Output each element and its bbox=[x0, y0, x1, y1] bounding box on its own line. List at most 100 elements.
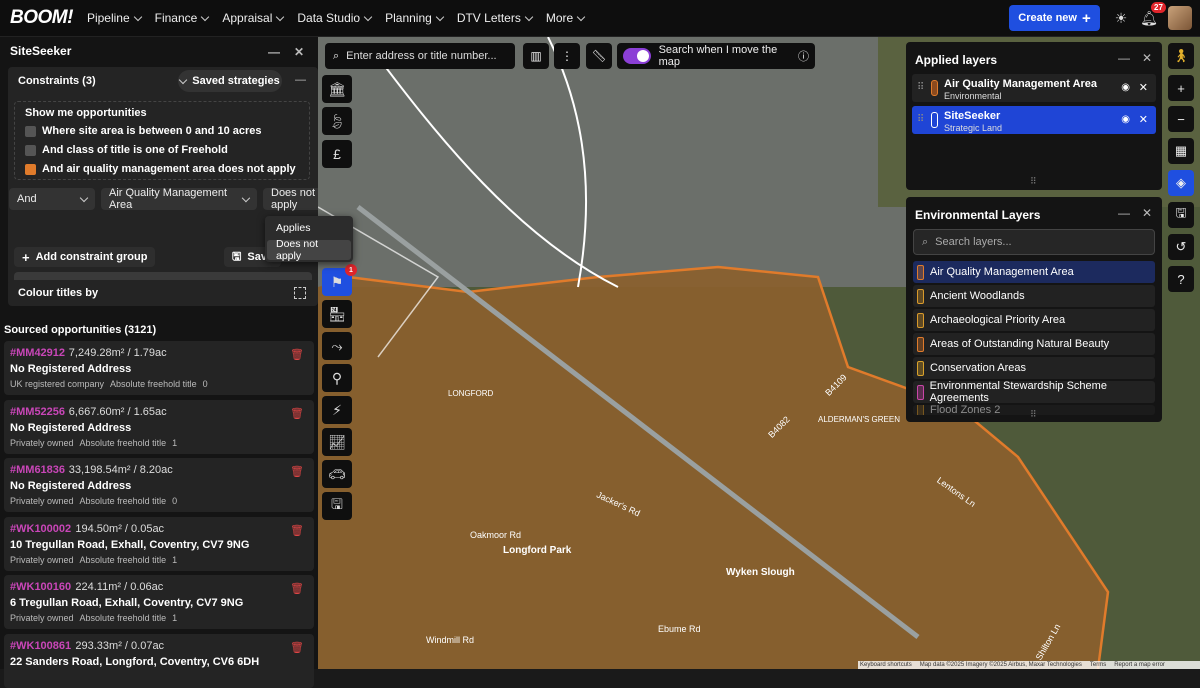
more-vertical-icon[interactable]: ⋮ bbox=[554, 43, 580, 69]
nav-data-studio[interactable]: Data Studio bbox=[297, 11, 373, 25]
eye-icon[interactable]: ◉ bbox=[1121, 82, 1130, 93]
env-layer-item[interactable]: Environmental Stewardship Scheme Agreeme… bbox=[913, 380, 1155, 404]
env-layer-item[interactable]: Ancient Woodlands bbox=[913, 285, 1155, 307]
constraint-row[interactable]: And class of title is one of Freehold bbox=[25, 144, 228, 156]
trash-icon[interactable]: 🗑︎ bbox=[290, 407, 304, 420]
pylon-icon[interactable]: ⚡︎ bbox=[322, 396, 352, 424]
opportunity-card[interactable]: #WK100160 224.11m² / 0.06ac 6 Tregullan Ro… bbox=[4, 575, 314, 629]
colour-titles-panel[interactable]: Colour titles by bbox=[8, 280, 318, 306]
opportunity-area: 194.50m² / 0.05ac bbox=[75, 522, 165, 535]
avatar[interactable] bbox=[1168, 6, 1192, 30]
opportunity-id[interactable]: #WK100861 bbox=[10, 640, 71, 652]
resize-handle-icon[interactable]: ⠿ bbox=[1030, 176, 1037, 187]
option-applies[interactable]: Applies bbox=[267, 218, 351, 238]
create-new-button[interactable]: Create new + bbox=[1009, 5, 1100, 31]
nav-more[interactable]: More bbox=[546, 11, 586, 25]
person-pin-icon[interactable]: ⚲ bbox=[322, 364, 352, 392]
trash-icon[interactable]: 🗑︎ bbox=[290, 348, 304, 361]
ruler-icon[interactable]: 📏︎ bbox=[586, 43, 612, 69]
terms-link[interactable]: Terms bbox=[1090, 662, 1106, 668]
nav-finance[interactable]: Finance bbox=[155, 11, 210, 25]
trash-icon[interactable]: 🗑︎ bbox=[290, 582, 304, 595]
remove-icon[interactable]: ✕ bbox=[1139, 81, 1148, 94]
sun-icon[interactable]: ☀ bbox=[1111, 8, 1131, 28]
save-map-icon[interactable]: 🖫 bbox=[322, 492, 352, 520]
zoom-in-icon[interactable]: + bbox=[1168, 75, 1194, 101]
nav-pipeline[interactable]: Pipeline bbox=[87, 11, 142, 25]
move-search-toggle[interactable] bbox=[623, 48, 651, 64]
chart-icon[interactable]: 📈︎ bbox=[322, 428, 352, 456]
info-icon[interactable]: ⓘ bbox=[798, 48, 809, 64]
minimize-icon[interactable]: — bbox=[1118, 206, 1130, 220]
minimize-icon[interactable]: — bbox=[268, 45, 280, 59]
applied-layer-row[interactable]: ⠿ SiteSeeker Strategic Land ◉ ✕ bbox=[912, 106, 1156, 134]
buildings-icon[interactable]: 🏛︎ bbox=[322, 75, 352, 103]
document-count: 1 bbox=[172, 437, 178, 448]
notification-badge: 27 bbox=[1151, 2, 1166, 13]
logo[interactable]: BOOM! bbox=[10, 7, 73, 29]
grid-icon[interactable]: ▦ bbox=[1168, 138, 1194, 164]
street-view-icon[interactable]: 🚶︎ bbox=[1168, 43, 1194, 69]
search-when-move-toggle[interactable]: Search when I move the map ⓘ bbox=[617, 43, 815, 69]
layer-swatch bbox=[931, 80, 938, 96]
keyboard-shortcuts-link[interactable]: Keyboard shortcuts bbox=[860, 662, 912, 668]
expand-icon[interactable] bbox=[294, 287, 306, 299]
route-icon[interactable]: ⤳ bbox=[322, 332, 352, 360]
constraint-row[interactable]: Where site area is between 0 and 10 acre… bbox=[25, 125, 262, 137]
option-does-not-apply[interactable]: Does not apply bbox=[267, 238, 351, 262]
opportunity-card[interactable]: #WK100861 293.33m² / 0.07ac 22 Sanders Roa… bbox=[4, 633, 314, 688]
opportunity-card[interactable]: #MM42912 7,249.28m² / 1.79ac No Registered… bbox=[4, 341, 314, 395]
pound-icon[interactable]: £ bbox=[322, 140, 352, 168]
owner-type: Privately owned bbox=[10, 613, 74, 623]
nav-planning[interactable]: Planning bbox=[385, 11, 445, 25]
applied-layer-row[interactable]: ⠿ Air Quality Management Area Environmen… bbox=[912, 74, 1156, 102]
leaf-icon[interactable]: 🍃︎ bbox=[322, 107, 352, 135]
zoom-out-icon[interactable]: − bbox=[1168, 106, 1194, 132]
eye-icon[interactable]: ◉ bbox=[1121, 114, 1130, 125]
nav-appraisal[interactable]: Appraisal bbox=[222, 11, 285, 25]
close-icon[interactable]: ✕ bbox=[1142, 206, 1152, 220]
trash-icon[interactable]: 🗑︎ bbox=[290, 524, 304, 537]
opportunity-id[interactable]: #MM61836 bbox=[10, 464, 65, 476]
env-layer-item[interactable]: Archaeological Priority Area bbox=[913, 309, 1155, 331]
opportunity-card[interactable]: #WK100002 194.50m² / 0.05ac 10 Tregullan R… bbox=[4, 516, 314, 571]
owner-type: Privately owned bbox=[10, 554, 74, 565]
layer-select[interactable]: Air Quality Management Area bbox=[101, 187, 257, 211]
trash-icon[interactable]: 🗑︎ bbox=[290, 465, 304, 478]
map-search-bar[interactable]: ⌕ Enter address or title number... bbox=[325, 43, 515, 69]
drag-handle-icon[interactable]: ⠿ bbox=[917, 114, 924, 125]
layers-icon[interactable]: ◈ bbox=[1168, 170, 1194, 196]
opportunity-id[interactable]: #WK100160 bbox=[10, 581, 71, 593]
report-error-link[interactable]: Report a map error bbox=[1114, 662, 1165, 668]
close-icon[interactable]: ✕ bbox=[1142, 51, 1152, 65]
drag-handle-icon[interactable]: ⠿ bbox=[917, 82, 924, 93]
env-layer-item[interactable]: Conservation Areas bbox=[913, 357, 1155, 379]
opportunity-card[interactable]: #MM52256 6,667.60m² / 1.65ac No Registered… bbox=[4, 399, 314, 454]
minimize-icon[interactable]: — bbox=[1118, 51, 1130, 65]
collapse-icon[interactable]: — bbox=[295, 74, 306, 86]
history-icon[interactable]: ↺ bbox=[1168, 234, 1194, 260]
save-icon[interactable]: 🖫 bbox=[1168, 202, 1194, 228]
opportunity-card[interactable]: #MM61836 33,198.54m² / 8.20ac No Registere… bbox=[4, 458, 314, 512]
saved-strategies-button[interactable]: Saved strategies bbox=[178, 70, 282, 92]
help-icon[interactable]: ? bbox=[1168, 266, 1194, 292]
env-layer-item[interactable]: Areas of Outstanding Natural Beauty bbox=[913, 333, 1155, 355]
trash-icon[interactable]: 🗑︎ bbox=[290, 641, 304, 654]
constraint-row[interactable]: And air quality management area does not… bbox=[25, 163, 296, 175]
search-when-move-label: Search when I move the map bbox=[658, 44, 778, 68]
layer-search-input[interactable]: ⌕ Search layers... bbox=[913, 229, 1155, 255]
car-icon[interactable]: 🚗︎ bbox=[322, 460, 352, 488]
close-icon[interactable]: ✕ bbox=[294, 45, 304, 59]
opportunity-id[interactable]: #WK100002 bbox=[10, 523, 71, 535]
map-view-icon[interactable]: ▥ bbox=[523, 43, 549, 69]
resize-handle-icon[interactable]: ⠿ bbox=[1030, 409, 1037, 420]
opportunity-id[interactable]: #MM42912 bbox=[10, 347, 65, 359]
search-icon: ⌕ bbox=[922, 235, 929, 248]
remove-icon[interactable]: ✕ bbox=[1139, 113, 1148, 126]
nav-dtv-letters[interactable]: DTV Letters bbox=[457, 11, 534, 25]
opportunity-id[interactable]: #MM52256 bbox=[10, 406, 65, 418]
store-icon[interactable]: 🏪︎ bbox=[322, 300, 352, 328]
add-constraint-group-button[interactable]: + Add constraint group bbox=[14, 247, 156, 267]
logic-select[interactable]: And bbox=[9, 188, 95, 210]
env-layer-item[interactable]: Air Quality Management Area bbox=[913, 261, 1155, 283]
